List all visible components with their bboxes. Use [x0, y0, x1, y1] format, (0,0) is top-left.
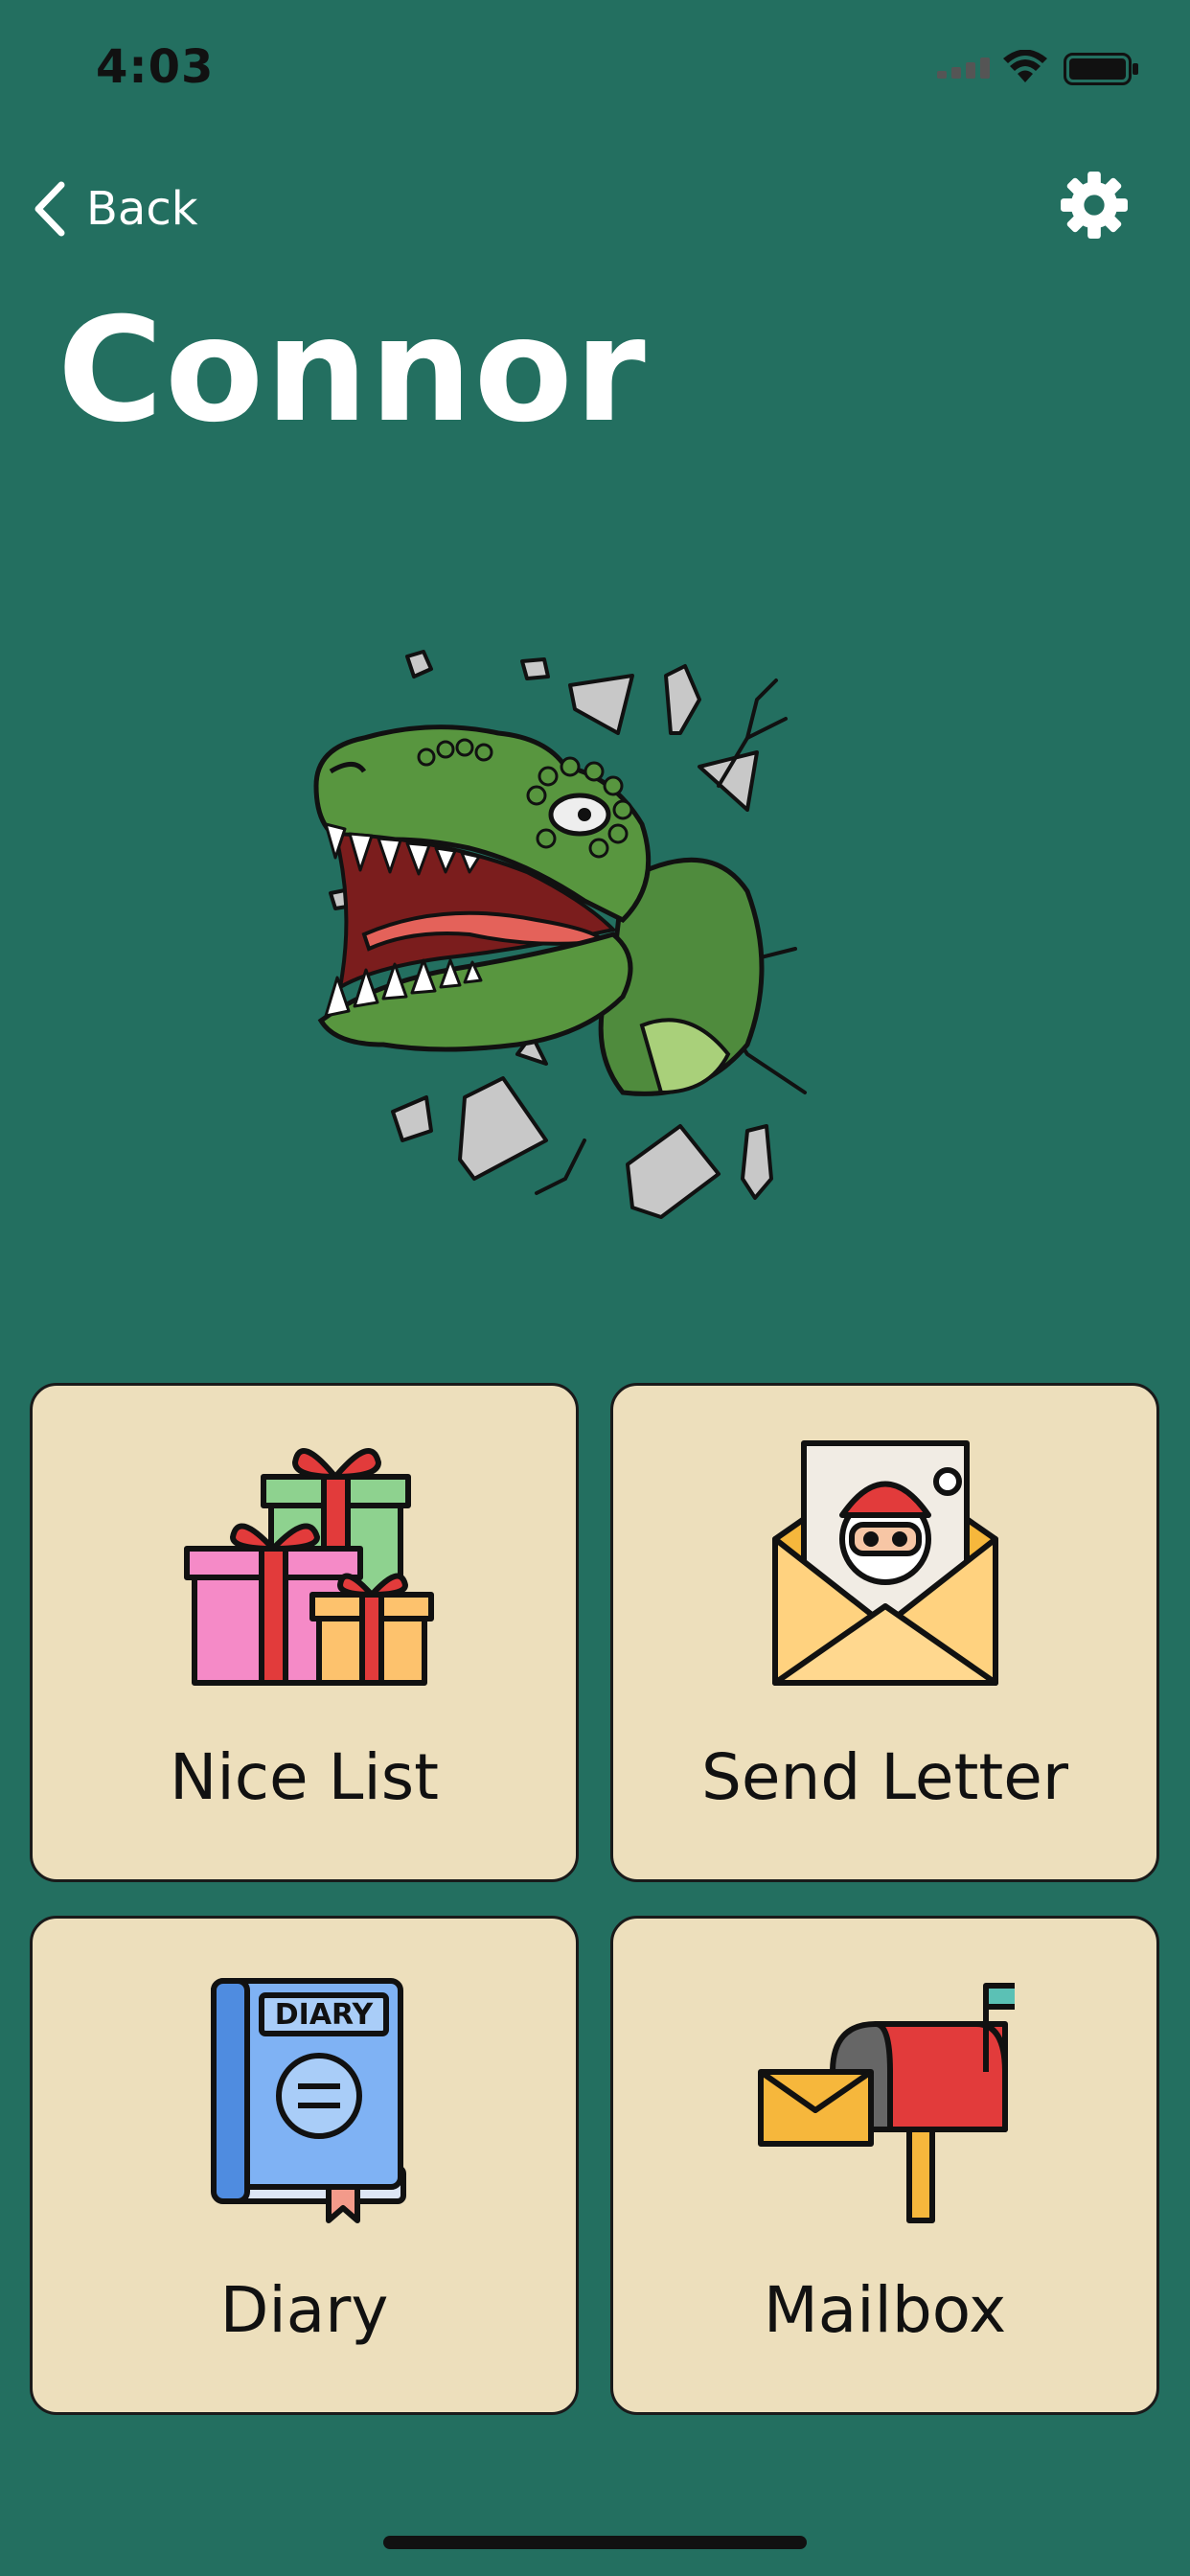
- gear-icon[interactable]: [1058, 169, 1131, 242]
- mailbox-tile[interactable]: Mailbox: [610, 1916, 1159, 2415]
- battery-icon: [1064, 53, 1138, 85]
- diary-tile[interactable]: DIARY Diary: [30, 1916, 579, 2415]
- back-button[interactable]: Back: [33, 171, 198, 247]
- chevron-left-icon: [34, 181, 65, 237]
- nice-list-label: Nice List: [170, 1740, 439, 1814]
- dinosaur-avatar-icon: [313, 650, 807, 1219]
- signal-icon: [937, 58, 990, 79]
- home-indicator[interactable]: [383, 2536, 807, 2549]
- diary-icon: DIARY: [210, 1978, 406, 2223]
- send-letter-tile[interactable]: Send Letter: [610, 1383, 1159, 1882]
- status-bar: 4:03: [0, 0, 1190, 134]
- mailbox-icon: [757, 1983, 1015, 2223]
- gifts-icon: [183, 1448, 434, 1686]
- santa-letter-icon: [771, 1440, 998, 1686]
- profile-name-title: Connor: [57, 288, 648, 454]
- svg-text:DIARY: DIARY: [274, 1998, 374, 2032]
- mailbox-label: Mailbox: [763, 2273, 1007, 2347]
- back-label: Back: [86, 182, 198, 236]
- wifi-icon: [1003, 50, 1047, 82]
- diary-label: Diary: [219, 2273, 389, 2347]
- status-time: 4:03: [96, 40, 215, 94]
- send-letter-label: Send Letter: [701, 1740, 1068, 1814]
- nice-list-tile[interactable]: Nice List: [30, 1383, 579, 1882]
- navigation-bar: Back: [0, 163, 1190, 259]
